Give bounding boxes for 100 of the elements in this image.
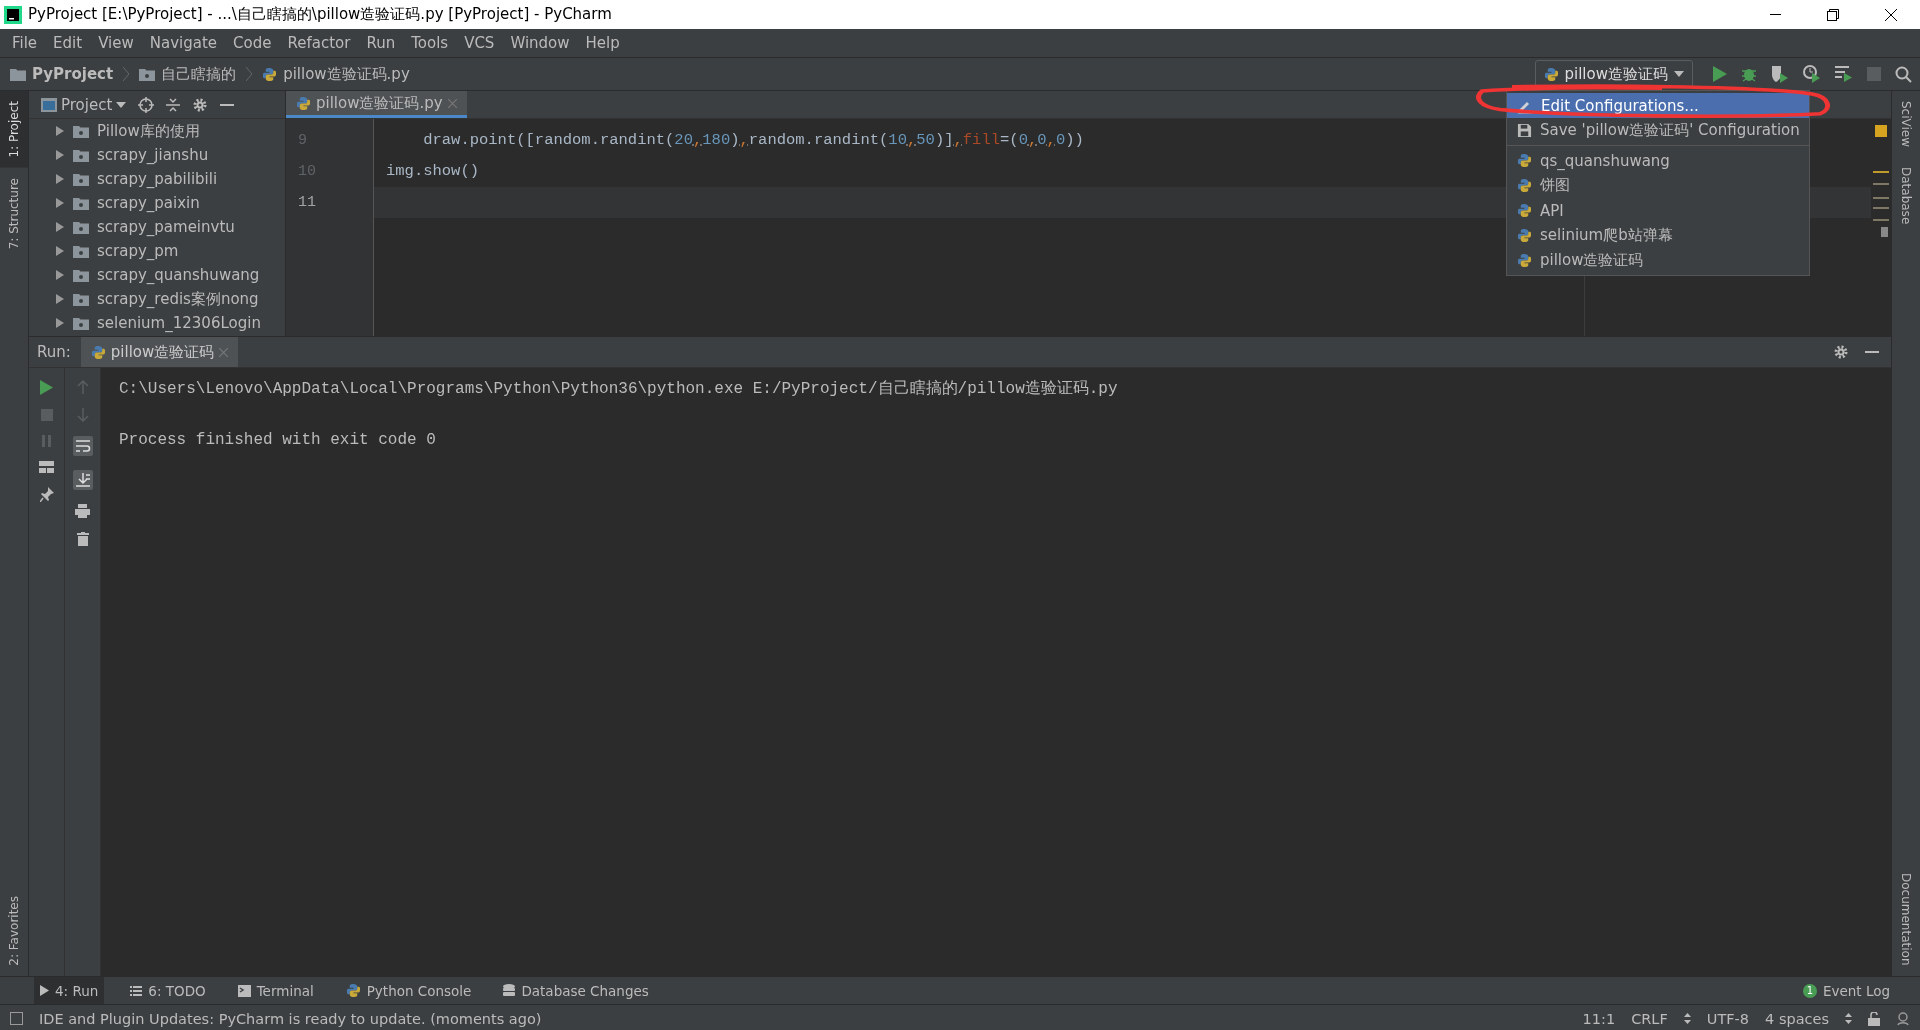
settings-icon[interactable] bbox=[192, 96, 209, 113]
menu-item[interactable]: Navigate bbox=[141, 34, 226, 52]
tree-item[interactable]: scrapy_redis案例nong bbox=[97, 289, 259, 309]
tree-item[interactable]: scrapy_pameinvtu bbox=[97, 218, 235, 236]
tool-window-tab[interactable]: 1: Project bbox=[0, 91, 28, 168]
panel-toggle-icon[interactable] bbox=[10, 1012, 23, 1025]
menu-item[interactable]: API bbox=[1507, 198, 1809, 223]
minimize-icon[interactable] bbox=[1769, 13, 1781, 16]
trash-icon[interactable] bbox=[76, 532, 89, 546]
menu-item[interactable]: 饼图 bbox=[1507, 173, 1809, 198]
tool-window-tab[interactable]: 6: TODO bbox=[124, 977, 212, 1004]
tree-item[interactable]: scrapy_jianshu bbox=[97, 146, 209, 164]
menu-item[interactable]: VCS bbox=[456, 34, 503, 52]
tool-window-tab[interactable]: Database Changes bbox=[497, 977, 655, 1004]
close-icon[interactable] bbox=[1885, 8, 1897, 21]
event-log-tab[interactable]: 1 Event Log bbox=[1802, 982, 1890, 999]
tool-window-tab[interactable]: SciView bbox=[1892, 91, 1920, 158]
run-icon[interactable] bbox=[1713, 66, 1727, 82]
tree-item[interactable]: scrapy_quanshuwang bbox=[97, 266, 260, 284]
menu-item[interactable]: qs_quanshuwang bbox=[1507, 145, 1809, 173]
menu-item[interactable]: Refactor bbox=[279, 34, 359, 52]
tool-window-tab[interactable]: 2: Favorites bbox=[0, 886, 28, 976]
breadcrumb-item[interactable]: PyProject bbox=[32, 65, 114, 83]
soft-wrap-icon[interactable] bbox=[72, 436, 93, 456]
indent-setting[interactable]: 4 spaces bbox=[1765, 1010, 1829, 1027]
clock-run-icon[interactable] bbox=[1803, 65, 1821, 83]
layout-icon[interactable] bbox=[39, 461, 54, 473]
tree-item[interactable]: scrapy_pm bbox=[97, 242, 179, 260]
bug-icon[interactable] bbox=[1741, 66, 1757, 82]
caret-icon bbox=[1674, 71, 1684, 77]
tree-item[interactable]: scrapy_pabilibili bbox=[97, 170, 218, 188]
tool-window-tab[interactable]: Documentation bbox=[1892, 863, 1920, 976]
inspector-icon[interactable] bbox=[1896, 1011, 1910, 1026]
caret-position[interactable]: 11:1 bbox=[1582, 1010, 1616, 1027]
project-view-dropdown[interactable]: Project bbox=[41, 95, 127, 114]
collapsed-arrow-icon[interactable] bbox=[55, 270, 65, 280]
rerun-icon[interactable] bbox=[40, 380, 53, 395]
breadcrumb-item[interactable]: 自己瞎搞的 bbox=[161, 64, 237, 84]
collapse-icon[interactable] bbox=[166, 97, 181, 112]
tool-window-tab[interactable]: 4: Run bbox=[34, 977, 105, 1004]
collapsed-arrow-icon[interactable] bbox=[55, 150, 65, 160]
menu-item[interactable]: View bbox=[90, 34, 142, 52]
shield-run-icon[interactable] bbox=[1771, 65, 1789, 83]
lock-icon[interactable] bbox=[1868, 1011, 1880, 1026]
collapsed-arrow-icon[interactable] bbox=[55, 222, 65, 232]
folder-icon bbox=[73, 196, 89, 210]
line-separator[interactable]: CRLF bbox=[1631, 1010, 1668, 1027]
folder-icon bbox=[73, 244, 89, 258]
collapsed-arrow-icon[interactable] bbox=[55, 174, 65, 184]
chevron-icon bbox=[123, 67, 130, 81]
python-icon bbox=[1543, 66, 1559, 82]
collapsed-arrow-icon[interactable] bbox=[55, 246, 65, 256]
window-title: PyProject [E:\PyProject] - ...\自己瞎搞的\pillow造验证码.py [PyProject] - PyCharm bbox=[28, 5, 613, 24]
folder-icon bbox=[73, 124, 89, 138]
run-configuration-dropdown[interactable]: pillow造验证码 bbox=[1534, 60, 1693, 88]
python-icon bbox=[345, 983, 361, 998]
collapsed-arrow-icon[interactable] bbox=[55, 198, 65, 208]
search-icon[interactable] bbox=[1895, 65, 1912, 83]
settings-icon[interactable] bbox=[1833, 344, 1849, 360]
file-encoding[interactable]: UTF-8 bbox=[1706, 1010, 1750, 1027]
folder-icon bbox=[73, 172, 89, 186]
menu-item[interactable]: Run bbox=[358, 34, 404, 52]
print-icon[interactable] bbox=[75, 504, 90, 518]
python-icon bbox=[90, 344, 106, 360]
tree-item[interactable]: Pillow库的使用 bbox=[97, 121, 200, 141]
collapsed-arrow-icon[interactable] bbox=[55, 126, 65, 136]
menu-item[interactable]: Help bbox=[577, 34, 628, 52]
run-label: Run: bbox=[37, 343, 71, 361]
tree-item[interactable]: selenium_12306Login bbox=[97, 314, 261, 332]
editor-tab[interactable]: pillow造验证码.py bbox=[286, 91, 467, 118]
menu-item[interactable]: selinium爬b站弹幕 bbox=[1507, 223, 1809, 248]
tool-window-tab[interactable]: 7: Structure bbox=[0, 167, 28, 259]
folder-icon bbox=[73, 292, 89, 306]
menu-item[interactable]: Edit bbox=[45, 34, 91, 52]
target-icon[interactable] bbox=[138, 96, 155, 113]
play-icon bbox=[40, 985, 49, 996]
menu-item[interactable]: Code bbox=[225, 34, 280, 52]
app-logo-icon bbox=[4, 5, 22, 24]
scroll-to-end-icon[interactable] bbox=[72, 470, 93, 490]
up-down-icon[interactable] bbox=[1845, 1013, 1852, 1024]
menu-item[interactable]: Window bbox=[502, 34, 578, 52]
tree-item[interactable]: scrapy_paixin bbox=[97, 194, 200, 212]
pin-icon[interactable] bbox=[39, 487, 54, 502]
code-line: draw.point([random.randint(20,180),random.randint(10,50)],fill=(0,0,0)) bbox=[422, 130, 1084, 151]
breadcrumb-item[interactable]: pillow造验证码.py bbox=[283, 64, 410, 84]
menu-item[interactable]: File bbox=[4, 34, 46, 52]
menu-item[interactable]: Tools bbox=[403, 34, 457, 52]
tool-window-tab[interactable]: Python Console bbox=[339, 977, 478, 1004]
tool-window-tab[interactable]: Terminal bbox=[231, 977, 320, 1004]
tool-window-tab[interactable]: Database bbox=[1892, 157, 1920, 235]
folder-icon bbox=[10, 67, 26, 81]
menu-item[interactable]: pillow造验证码 bbox=[1507, 248, 1809, 273]
menu-item[interactable]: Save 'pillow造验证码' Configuration bbox=[1507, 118, 1809, 143]
up-down-icon[interactable] bbox=[1683, 1013, 1691, 1024]
console-output-line: C:\Users\Lenovo\AppData\Local\Programs\Python\Python36\python.exe E:/PyProject/自己瞎搞的/pillow造验证码.py bbox=[119, 378, 1118, 399]
restore-icon[interactable] bbox=[1827, 8, 1839, 21]
collapsed-arrow-icon[interactable] bbox=[55, 294, 65, 304]
collapsed-arrow-icon[interactable] bbox=[55, 318, 65, 328]
list-run-icon[interactable] bbox=[1835, 66, 1853, 82]
run-tab[interactable]: pillow造验证码 bbox=[80, 337, 239, 367]
